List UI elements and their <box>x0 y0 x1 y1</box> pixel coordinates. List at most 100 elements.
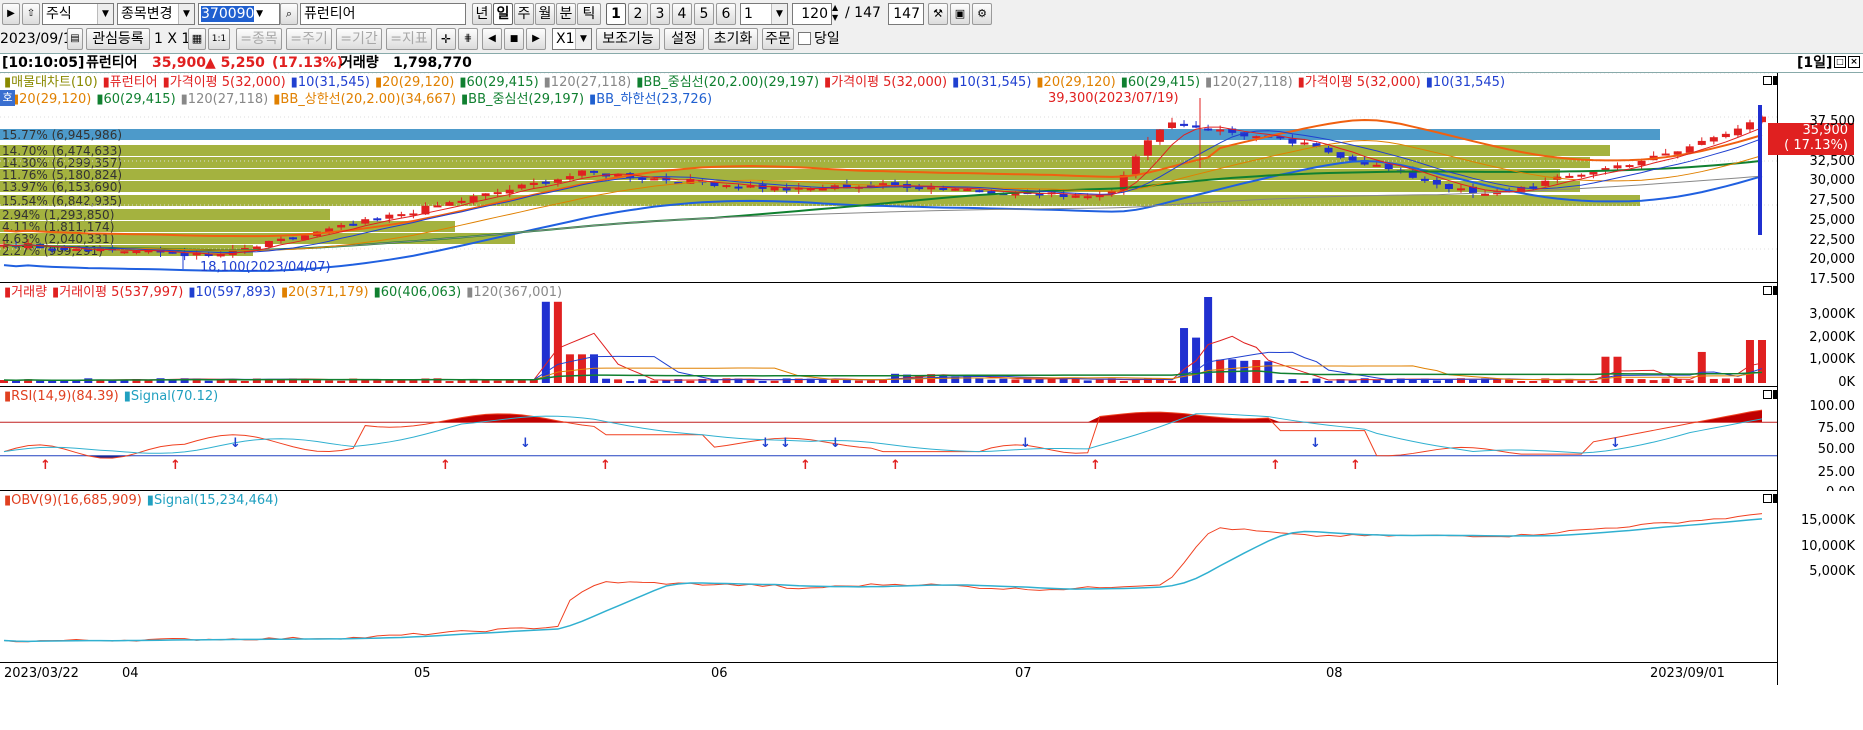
volume-bar <box>818 379 827 383</box>
sell-signal-arrow: ↓ <box>830 436 841 451</box>
volume-panel[interactable]: ▮거래량 ▮거래이평 5(537,997) ▮10(597,893) ▮20(371,… <box>0 283 1777 387</box>
candle-body <box>264 240 273 248</box>
close-icon[interactable]: × <box>1848 56 1860 68</box>
total-label: / 147 <box>845 5 881 21</box>
today-checkbox[interactable] <box>798 32 811 45</box>
volume-bar <box>999 378 1008 383</box>
legend-item[interactable]: ▮가격이평 5(32,000) <box>163 75 286 90</box>
candle-body <box>638 177 647 180</box>
legend-item[interactable]: ▮BB_하한선(23,726) <box>589 92 712 107</box>
legend-item[interactable]: ▮BB_중심선(29,197) <box>461 92 584 107</box>
legend-item[interactable]: ▮10(31,545) <box>952 75 1031 90</box>
sync-range-button[interactable]: =기간 <box>336 28 382 50</box>
sync-indicator-button[interactable]: =지표 <box>386 28 432 50</box>
legend-item[interactable]: ▮가격이평 5(32,000) <box>824 75 947 90</box>
num-button-4[interactable]: 4 <box>672 3 692 25</box>
reset-button[interactable]: 초기화 <box>708 28 758 50</box>
legend-item[interactable]: ▮120(27,118) <box>181 92 269 107</box>
count-spinner[interactable]: ▲ ▼ <box>832 3 838 23</box>
legend-item[interactable]: ▮10(597,893) <box>188 285 276 300</box>
legend-item[interactable]: ▮BB_상한선(20,2.00)(34,667) <box>273 92 456 107</box>
obv-panel[interactable]: ▮OBV(9)(16,685,909) ▮Signal(15,234,464) <box>0 491 1777 663</box>
volume-bar <box>1493 379 1502 383</box>
num-button-1[interactable]: 1 <box>606 3 626 25</box>
period-day-button[interactable]: 일 <box>493 3 513 25</box>
calendar-icon[interactable]: ▤ <box>67 28 83 50</box>
aux-button[interactable]: 보조기능 <box>596 28 660 50</box>
legend-item[interactable]: ▮10(31,545) <box>291 75 370 90</box>
legend-item[interactable]: ▮20(371,179) <box>281 285 369 300</box>
pin-button[interactable]: ⇧ <box>22 3 40 25</box>
volume-bar <box>1697 351 1706 383</box>
layout-ratio-button[interactable]: 1:1 <box>208 28 230 50</box>
volume-bar <box>481 380 490 383</box>
panel-max-icon[interactable] <box>1763 494 1772 503</box>
panel-max-icon[interactable] <box>1763 76 1772 85</box>
today-label: 당일 <box>814 31 840 47</box>
volume-bar <box>746 379 755 383</box>
hatch-icon[interactable]: ⋕ <box>458 28 478 50</box>
scale-select[interactable]: X1 ▼ <box>552 28 592 50</box>
legend-item[interactable]: ▮120(27,118) <box>544 75 632 90</box>
rsi-panel[interactable]: ↑ ↑ ↓ ↑ ↓ ↑ ↓ ↓ ↑ ↓ ↑ ↓ ↑ ↑ ↓ ↑ ↓ ▮RSI(14,9)(84.39) ▮Sign… <box>0 387 1777 491</box>
order-button[interactable]: 주문 <box>762 28 794 50</box>
grid-icon[interactable]: ▦ <box>188 28 206 50</box>
num-button-2[interactable]: 2 <box>628 3 648 25</box>
period-tick-button[interactable]: 틱 <box>577 3 601 25</box>
legend-item[interactable]: ▮가격이평 5(32,000) <box>1298 75 1421 90</box>
chart-area[interactable]: 15.77% (6,945,986) 14.70% (6,474,633) 14.3… <box>0 73 1863 730</box>
volume-profile-bar <box>0 195 1640 206</box>
ho-badge[interactable]: 호 <box>0 90 15 106</box>
panel-max-icon[interactable] <box>1763 390 1772 399</box>
legend-item[interactable]: ▮BB_중심선(20,2.00)(29,197) <box>636 75 819 90</box>
tool-icon[interactable]: ⚒ <box>928 3 948 25</box>
legend-item[interactable]: ▮60(29,415) <box>459 75 538 90</box>
legend-item[interactable]: ▮Signal(15,234,464) <box>147 493 279 508</box>
prev-stock-button[interactable]: ▶ <box>2 3 20 25</box>
gear-icon[interactable]: ⚙ <box>972 3 992 25</box>
num-button-6[interactable]: 6 <box>716 3 736 25</box>
maximize-icon[interactable]: □ <box>1834 56 1846 68</box>
legend-item[interactable]: ▮매물대차트(10) <box>4 75 98 90</box>
market-select[interactable]: 주식 ▼ <box>42 3 114 25</box>
scroll-right-icon[interactable]: ▶ <box>526 28 546 50</box>
legend-item[interactable]: ▮120(27,118) <box>1205 75 1293 90</box>
panel-max-icon[interactable] <box>1763 286 1772 295</box>
interval-select[interactable]: 1 ▼ <box>740 3 788 25</box>
legend-item[interactable]: ▮20(29,120) <box>12 92 91 107</box>
watchlist-button[interactable]: 관심등록 <box>86 28 150 50</box>
legend-item[interactable]: ▮120(367,001) <box>466 285 562 300</box>
period-week-button[interactable]: 주 <box>514 3 534 25</box>
sync-period-button[interactable]: =주기 <box>286 28 332 50</box>
legend-item[interactable]: ▮60(406,063) <box>374 285 462 300</box>
legend-item[interactable]: ▮Signal(70.12) <box>124 389 218 404</box>
sync-stock-button[interactable]: =종목 <box>236 28 282 50</box>
legend-item[interactable]: ▮60(29,415) <box>96 92 175 107</box>
legend-item[interactable]: ▮20(29,120) <box>375 75 454 90</box>
search-icon[interactable]: ⌕ <box>280 3 298 25</box>
save-icon[interactable]: ▣ <box>950 3 970 25</box>
mode-select[interactable]: 종목변경 ▼ <box>117 3 195 25</box>
settings-button[interactable]: 설정 <box>664 28 704 50</box>
crosshair-icon[interactable]: ✛ <box>436 28 456 50</box>
stock-code-input[interactable]: 370090 ▼ <box>198 3 280 25</box>
legend-item[interactable]: ▮거래이평 5(537,997) <box>52 285 183 300</box>
num-button-3[interactable]: 3 <box>650 3 670 25</box>
period-minute-button[interactable]: 분 <box>556 3 576 25</box>
scroll-left-icon[interactable]: ◀ <box>482 28 502 50</box>
period-month-button[interactable]: 월 <box>535 3 555 25</box>
period-year-button[interactable]: 년 <box>472 3 492 25</box>
price-panel[interactable]: 15.77% (6,945,986) 14.70% (6,474,633) 14.3… <box>0 73 1777 283</box>
legend-item[interactable]: ▮OBV(9)(16,685,909) <box>4 493 142 508</box>
legend-item[interactable]: ▮RSI(14,9)(84.39) <box>4 389 119 404</box>
num-button-5[interactable]: 5 <box>694 3 714 25</box>
volume-bar <box>614 379 623 383</box>
stop-icon[interactable]: ■ <box>504 28 524 50</box>
x-label: 2023/09/01 <box>1650 666 1725 681</box>
legend-item[interactable]: ▮거래량 <box>4 285 47 300</box>
legend-item[interactable]: ▮10(31,545) <box>1426 75 1505 90</box>
legend-item[interactable]: ▮20(29,120) <box>1036 75 1115 90</box>
count-input[interactable]: 120 <box>792 3 832 25</box>
legend-item[interactable]: ▮60(29,415) <box>1121 75 1200 90</box>
legend-item[interactable]: ▮퓨런티어 <box>103 75 158 90</box>
